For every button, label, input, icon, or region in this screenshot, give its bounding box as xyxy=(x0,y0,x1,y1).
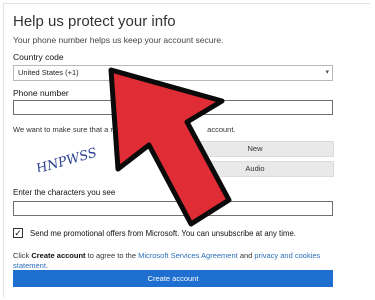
country-code-value: United States (+1) xyxy=(18,68,79,77)
country-code-select[interactable]: United States (+1) ▾ xyxy=(13,65,333,81)
phone-number-field[interactable] xyxy=(13,100,333,115)
page-subtitle: Your phone number helps us keep your acc… xyxy=(13,35,224,45)
audio-captcha-button[interactable]: Audio xyxy=(176,161,334,177)
signup-form: Help us protect your info Your phone num… xyxy=(3,3,370,297)
country-code-label: Country code xyxy=(13,52,64,62)
promo-checkbox[interactable]: ✓ xyxy=(13,228,23,238)
new-captcha-button[interactable]: New xyxy=(176,141,334,157)
services-agreement-link[interactable]: Microsoft Services Agreement xyxy=(138,251,238,260)
chevron-down-icon: ▾ xyxy=(325,69,329,76)
page-title: Help us protect your info xyxy=(13,13,176,30)
phone-number-label: Phone number xyxy=(13,88,69,98)
promo-label: Send me promotional offers from Microsof… xyxy=(30,229,296,238)
captcha-label: Enter the characters you see xyxy=(13,188,116,197)
create-account-button[interactable]: Create account xyxy=(13,270,333,287)
captcha-image: HNPWSS xyxy=(32,142,99,178)
agreement-text: Click Create account to agree to the Mic… xyxy=(13,251,321,270)
svg-text:HNPWSS: HNPWSS xyxy=(34,146,96,172)
captcha-input[interactable] xyxy=(13,201,333,216)
verification-note: We want to make sure that a real p accoun… xyxy=(13,125,236,134)
